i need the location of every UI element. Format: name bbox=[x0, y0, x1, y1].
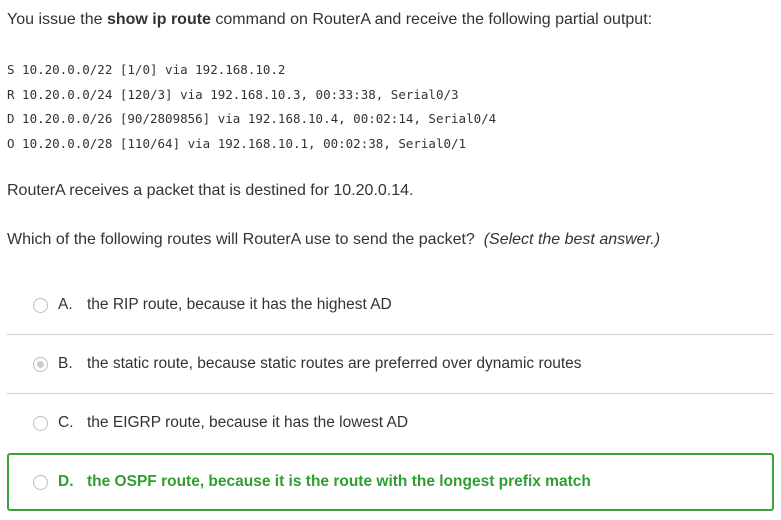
route-line-rip: R 10.20.0.0/24 [120/3] via 192.168.10.3,… bbox=[7, 86, 459, 102]
option-b-letter: B. bbox=[58, 355, 73, 372]
prompt-text: Which of the following routes will Route… bbox=[7, 231, 475, 248]
option-c-letter: C. bbox=[58, 414, 74, 431]
question-prompt: Which of the following routes will Route… bbox=[7, 231, 660, 249]
option-d-text: the OSPF route, because it is the route … bbox=[87, 473, 591, 490]
intro-text-pre: You issue the bbox=[7, 11, 107, 28]
option-c-text: the EIGRP route, because it has the lowe… bbox=[87, 414, 409, 431]
intro-text-post: command on RouterA and receive the follo… bbox=[210, 11, 653, 28]
route-line-eigrp: D 10.20.0.0/26 [90/2809856] via 192.168.… bbox=[7, 111, 497, 126]
option-b-text: the static route, because static routes … bbox=[87, 355, 582, 372]
route-output: S 10.20.0.0/22 [1/0] via 192.168.10.2 R … bbox=[7, 62, 496, 160]
option-d-correct[interactable]: D. the OSPF route, because it is the rou… bbox=[7, 453, 774, 511]
radio-d[interactable] bbox=[33, 474, 48, 490]
route-line-ospf: O 10.20.0.0/28 [110/64] via 192.168.10.1… bbox=[7, 135, 467, 151]
option-a-letter: A. bbox=[58, 296, 73, 313]
prompt-instruction: (Select the best answer.) bbox=[483, 231, 661, 248]
packet-destination-text: RouterA receives a packet that is destin… bbox=[7, 182, 414, 199]
option-a[interactable]: A. the RIP route, because it has the hig… bbox=[7, 276, 774, 334]
option-d-letter: D. bbox=[58, 473, 74, 490]
radio-b-selected[interactable] bbox=[33, 356, 48, 372]
radio-c[interactable] bbox=[33, 415, 48, 431]
option-c[interactable]: C. the EIGRP route, because it has the l… bbox=[7, 394, 774, 452]
radio-a[interactable] bbox=[33, 297, 48, 313]
option-b[interactable]: B. the static route, because static rout… bbox=[7, 335, 774, 393]
intro-command: show ip route bbox=[106, 11, 211, 28]
route-line-static: S 10.20.0.0/22 [1/0] via 192.168.10.2 bbox=[7, 62, 286, 77]
question-intro: You issue the show ip route command on R… bbox=[7, 11, 652, 29]
option-a-text: the RIP route, because it has the highes… bbox=[87, 296, 392, 313]
